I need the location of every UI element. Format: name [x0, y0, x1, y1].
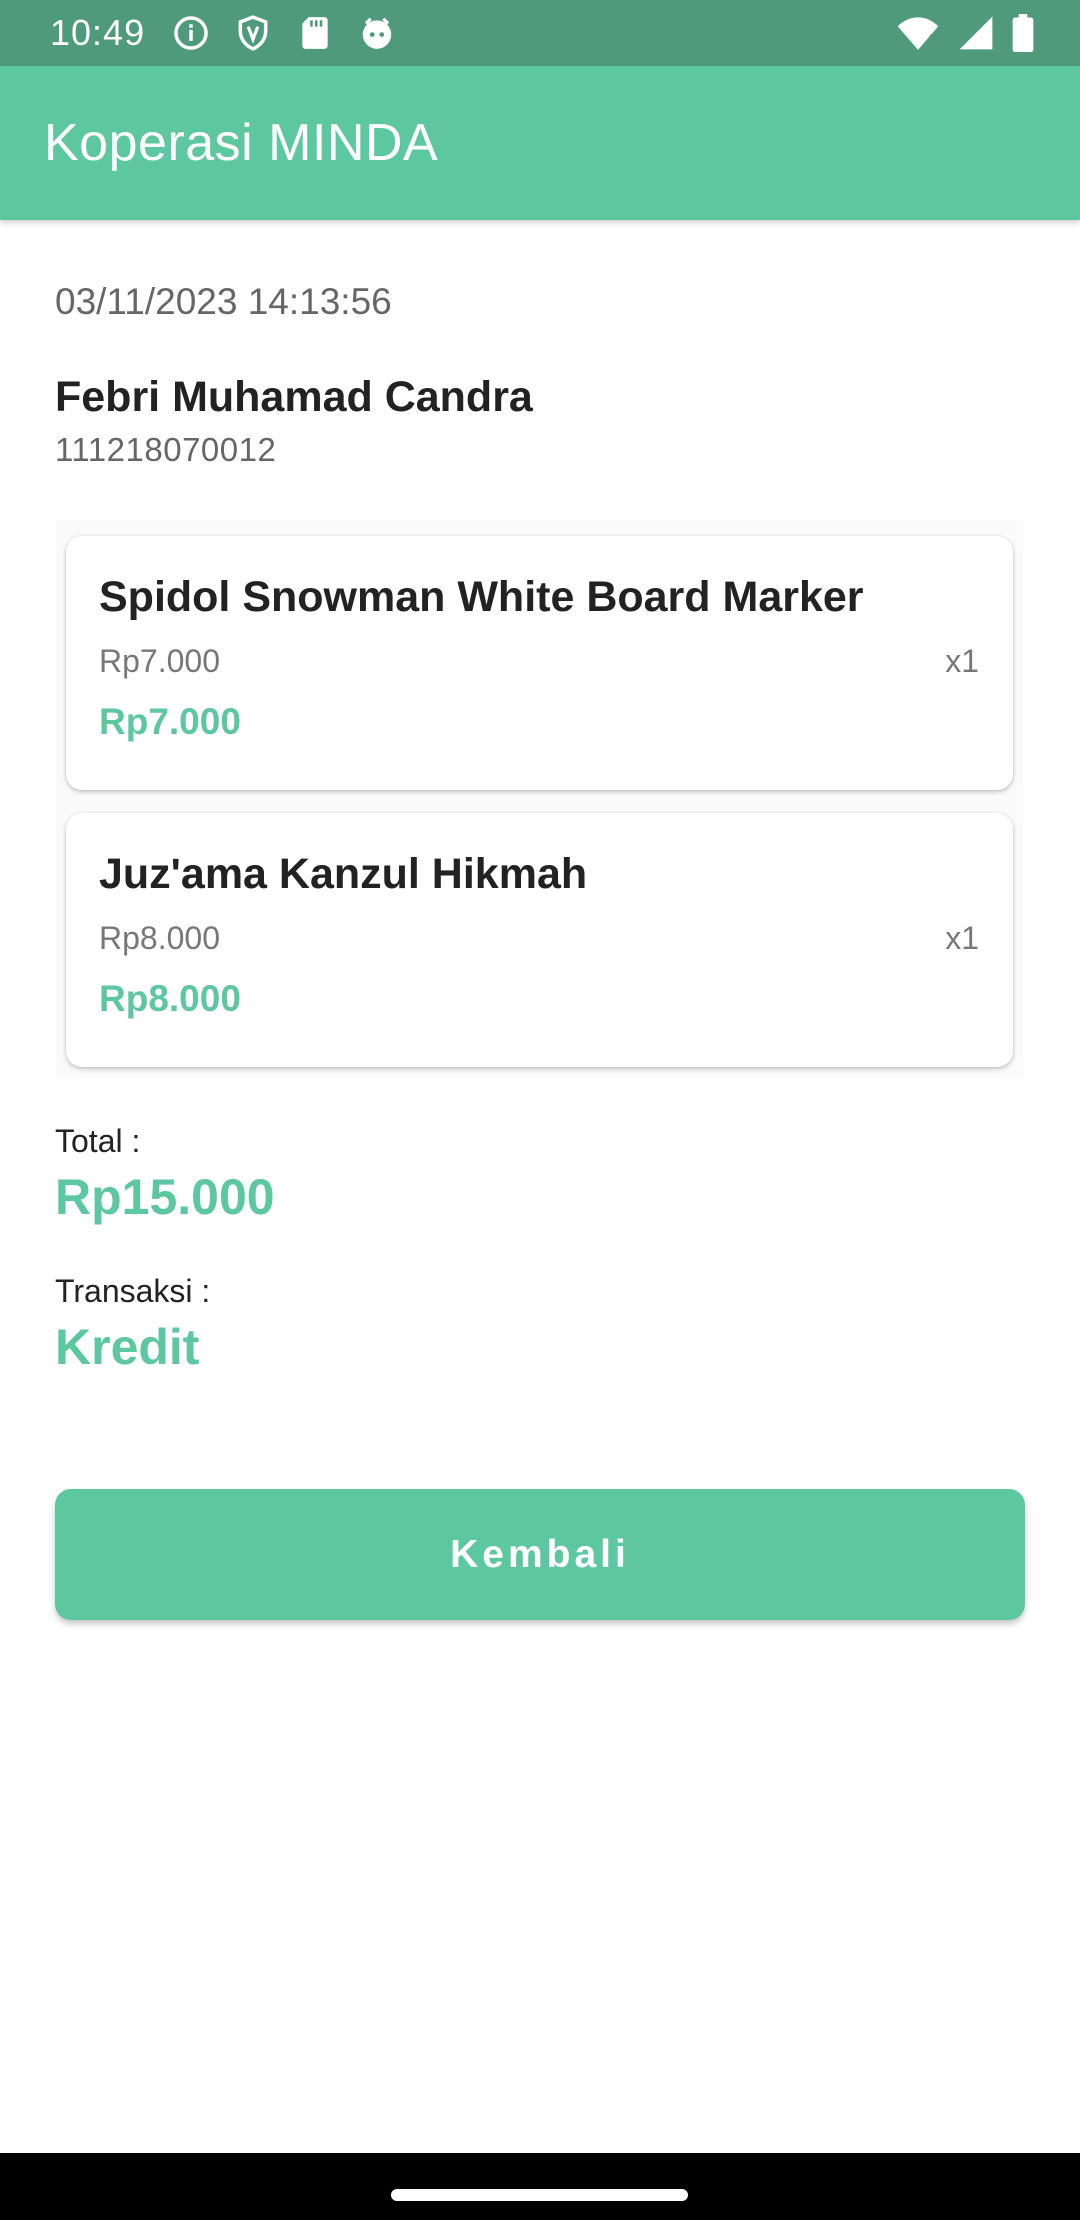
- item-name: Spidol Snowman White Board Marker: [99, 573, 864, 621]
- list-item: Spidol Snowman White Board Marker Rp7.00…: [66, 536, 1013, 790]
- transaction-datetime: 03/11/2023 14:13:56: [55, 281, 392, 322]
- receipt-screen: 10:49 Koperasi MINDA 03/11/2023 14:13:56…: [0, 0, 1080, 2220]
- face-icon: [358, 14, 396, 52]
- navigation-bar: [0, 2153, 1080, 2220]
- signal-icon: [958, 15, 994, 51]
- battery-icon: [1012, 14, 1034, 52]
- wifi-icon: [896, 14, 940, 52]
- total-label: Total :: [55, 1123, 141, 1159]
- home-gesture-handle[interactable]: [391, 2189, 688, 2201]
- total-value: Rp15.000: [55, 1169, 275, 1225]
- app-title: Koperasi MINDA: [44, 114, 439, 172]
- member-name: Febri Muhamad Candra: [55, 373, 533, 421]
- transaction-type-value: Kredit: [55, 1319, 200, 1375]
- item-quantity: x1: [945, 920, 979, 956]
- list-item: Juz'ama Kanzul Hikmah Rp8.000 x1 Rp8.000: [66, 813, 1013, 1067]
- item-price: Rp8.000: [99, 920, 220, 956]
- status-bar: 10:49: [0, 0, 1080, 66]
- info-icon: [172, 14, 210, 52]
- transaction-type-label: Transaksi :: [55, 1273, 211, 1309]
- shield-icon: [234, 14, 272, 52]
- item-subtotal: Rp7.000: [99, 701, 241, 742]
- item-quantity: x1: [945, 643, 979, 679]
- status-icons-right: [896, 14, 1034, 52]
- item-name: Juz'ama Kanzul Hikmah: [99, 850, 588, 898]
- back-button[interactable]: Kembali: [55, 1489, 1025, 1620]
- item-price: Rp7.000: [99, 643, 220, 679]
- app-bar: Koperasi MINDA: [0, 66, 1080, 220]
- item-subtotal: Rp8.000: [99, 978, 241, 1019]
- items-list[interactable]: Spidol Snowman White Board Marker Rp7.00…: [55, 520, 1023, 1078]
- status-time: 10:49: [50, 12, 146, 53]
- member-id: 111218070012: [55, 431, 277, 468]
- status-icons-left: [172, 14, 396, 52]
- sd-card-icon: [296, 14, 334, 52]
